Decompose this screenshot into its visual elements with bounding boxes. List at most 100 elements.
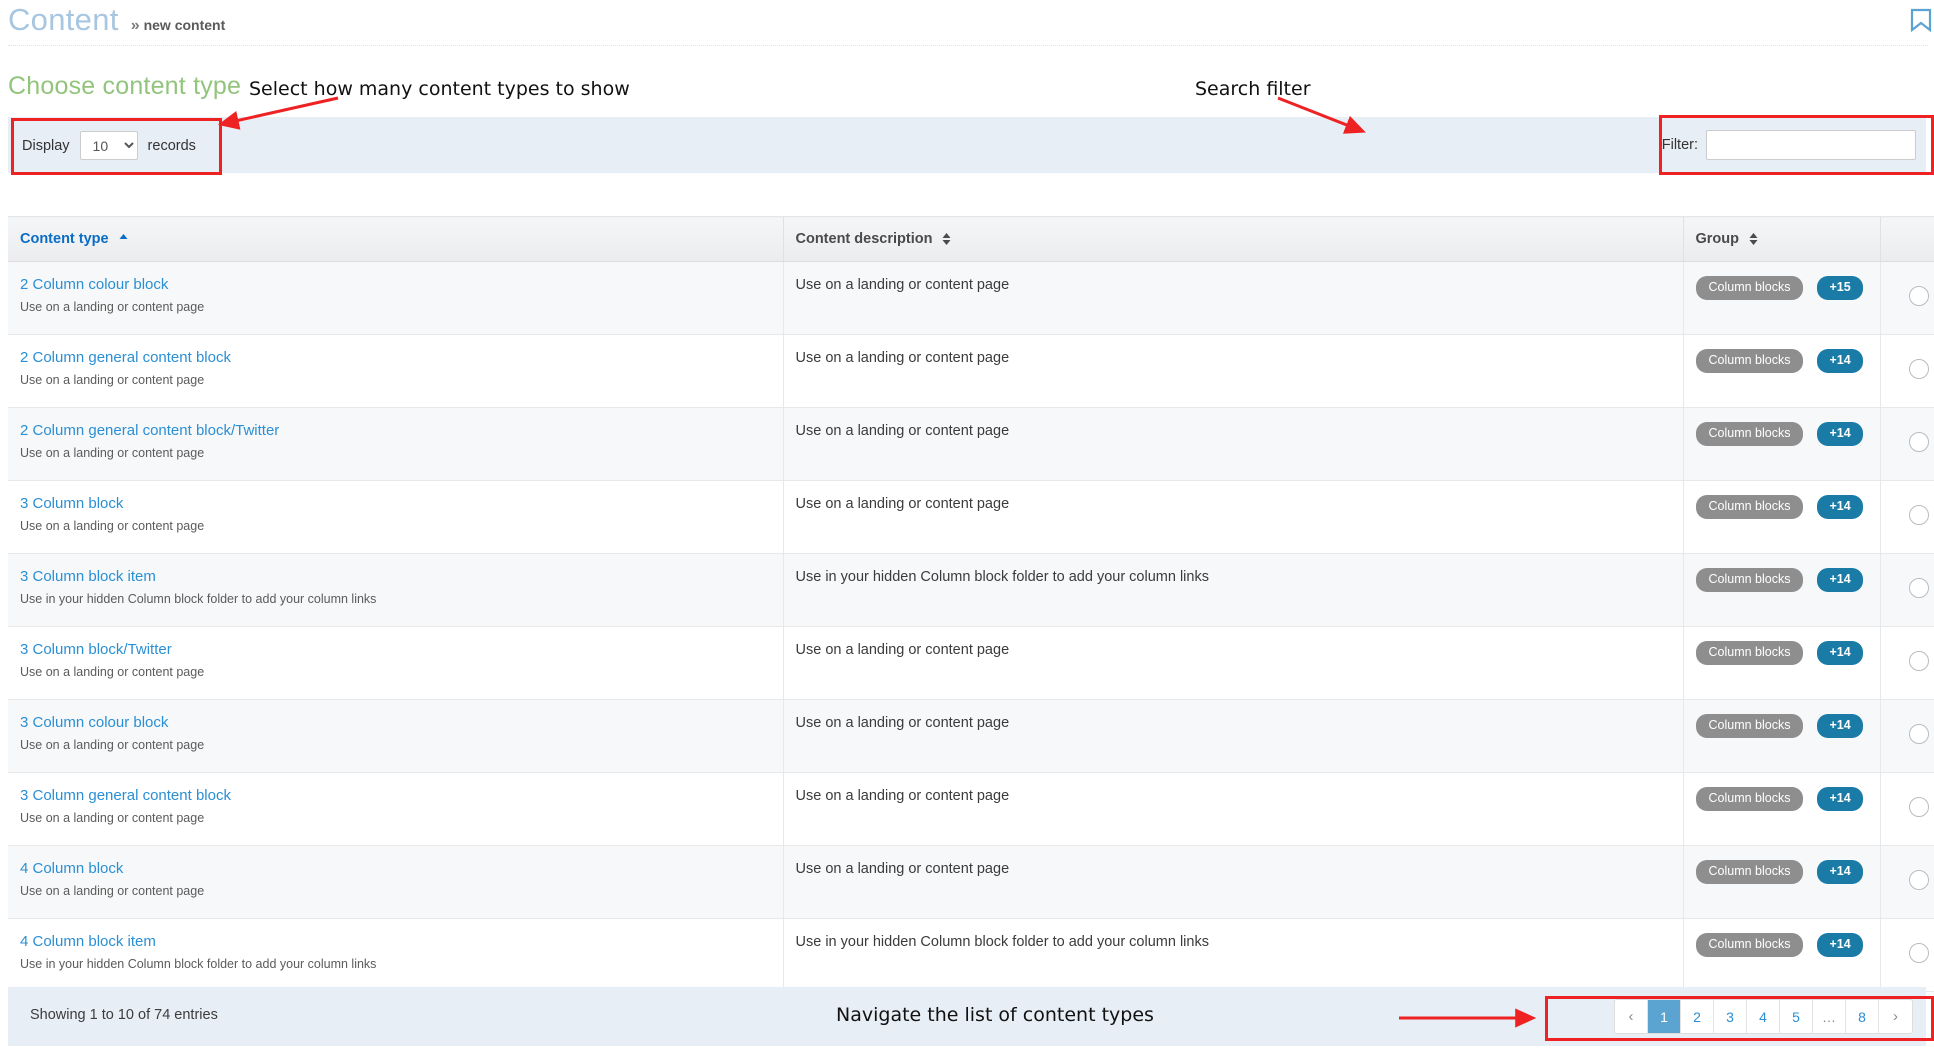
group-count-badge[interactable]: +14 xyxy=(1817,933,1862,957)
group-badge: Column blocks xyxy=(1696,568,1804,592)
cell-content-type: 2 Column general content block/Twitter U… xyxy=(8,408,783,481)
table-row[interactable]: 4 Column block Use on a landing or conte… xyxy=(8,846,1934,919)
sort-both-icon xyxy=(942,232,951,246)
group-count-badge[interactable]: +14 xyxy=(1817,495,1862,519)
content-type-link[interactable]: 4 Column block xyxy=(20,860,771,877)
filter-input[interactable] xyxy=(1706,130,1916,160)
pagination-page-1[interactable]: 1 xyxy=(1648,1000,1681,1033)
cell-content-description: Use on a landing or content page xyxy=(783,627,1683,700)
cell-group: Column blocks +14 xyxy=(1683,700,1880,773)
content-description-text: Use in your hidden Column block folder t… xyxy=(796,568,1671,585)
row-radio-button[interactable] xyxy=(1909,359,1929,379)
annotation-pagination-label: Navigate the list of content types xyxy=(836,1004,1154,1026)
content-type-subtext: Use in your hidden Column block folder t… xyxy=(20,592,771,606)
content-description-text: Use on a landing or content page xyxy=(796,349,1671,366)
display-label: Display xyxy=(22,138,70,154)
cell-content-type: 2 Column colour block Use on a landing o… xyxy=(8,262,783,335)
group-count-badge[interactable]: +14 xyxy=(1817,714,1862,738)
table-row[interactable]: 2 Column general content block/Twitter U… xyxy=(8,408,1934,481)
row-radio-button[interactable] xyxy=(1909,432,1929,452)
pagination-page-4[interactable]: 4 xyxy=(1747,1000,1780,1033)
cell-content-type: 3 Column block item Use in your hidden C… xyxy=(8,554,783,627)
table-row[interactable]: 2 Column general content block Use on a … xyxy=(8,335,1934,408)
row-radio-button[interactable] xyxy=(1909,651,1929,671)
cell-content-description: Use in your hidden Column block folder t… xyxy=(783,554,1683,627)
group-count-badge[interactable]: +14 xyxy=(1817,422,1862,446)
cell-group: Column blocks +14 xyxy=(1683,919,1880,992)
row-radio-button[interactable] xyxy=(1909,943,1929,963)
row-radio-button[interactable] xyxy=(1909,870,1929,890)
column-header-content-type[interactable]: Content type xyxy=(8,217,783,262)
group-count-badge[interactable]: +14 xyxy=(1817,349,1862,373)
content-type-link[interactable]: 3 Column block/Twitter xyxy=(20,641,771,658)
cell-group: Column blocks +14 xyxy=(1683,773,1880,846)
row-radio-button[interactable] xyxy=(1909,505,1929,525)
table-row[interactable]: 3 Column general content block Use on a … xyxy=(8,773,1934,846)
content-type-subtext: Use on a landing or content page xyxy=(20,738,771,752)
cell-select xyxy=(1880,554,1934,627)
table-row[interactable]: 2 Column colour block Use on a landing o… xyxy=(8,262,1934,335)
content-description-text: Use on a landing or content page xyxy=(796,641,1671,658)
filter-control: Filter: xyxy=(1662,130,1916,160)
group-badge: Column blocks xyxy=(1696,860,1804,884)
table-row[interactable]: 4 Column block item Use in your hidden C… xyxy=(8,919,1934,992)
column-header-group[interactable]: Group xyxy=(1683,217,1880,262)
content-type-subtext: Use on a landing or content page xyxy=(20,811,771,825)
content-description-text: Use on a landing or content page xyxy=(796,495,1671,512)
content-type-subtext: Use on a landing or content page xyxy=(20,519,771,533)
records-per-page-select[interactable]: 10 25 50 100 xyxy=(80,131,138,160)
page-header: Content » new content xyxy=(0,0,1934,48)
table-controls-bar: Display 10 25 50 100 records Filter: xyxy=(8,117,1926,173)
pagination-page-5[interactable]: 5 xyxy=(1780,1000,1813,1033)
pagination-previous[interactable]: ‹ xyxy=(1615,1000,1648,1033)
table-row[interactable]: 3 Column block/Twitter Use on a landing … xyxy=(8,627,1934,700)
column-header-group-label: Group xyxy=(1696,231,1740,247)
content-type-link[interactable]: 2 Column general content block xyxy=(20,349,771,366)
sort-both-icon xyxy=(1749,232,1758,246)
content-description-text: Use on a landing or content page xyxy=(796,276,1671,293)
content-type-link[interactable]: 2 Column general content block/Twitter xyxy=(20,422,771,439)
content-type-link[interactable]: 3 Column general content block xyxy=(20,787,771,804)
group-count-badge[interactable]: +14 xyxy=(1817,568,1862,592)
pagination-ellipsis: … xyxy=(1813,1000,1846,1033)
pagination-page-3[interactable]: 3 xyxy=(1714,1000,1747,1033)
content-types-table: Content type Content description Group xyxy=(8,216,1934,992)
bookmark-icon[interactable] xyxy=(1908,8,1934,34)
group-count-badge[interactable]: +14 xyxy=(1817,787,1862,811)
content-type-link[interactable]: 3 Column block item xyxy=(20,568,771,585)
pagination-next[interactable]: › xyxy=(1879,1000,1912,1033)
cell-content-description: Use on a landing or content page xyxy=(783,262,1683,335)
content-description-text: Use on a landing or content page xyxy=(796,714,1671,731)
row-radio-button[interactable] xyxy=(1909,724,1929,744)
cell-content-type: 3 Column colour block Use on a landing o… xyxy=(8,700,783,773)
table-row[interactable]: 3 Column block Use on a landing or conte… xyxy=(8,481,1934,554)
content-type-subtext: Use in your hidden Column block folder t… xyxy=(20,957,771,971)
row-radio-button[interactable] xyxy=(1909,797,1929,817)
column-header-content-description[interactable]: Content description xyxy=(783,217,1683,262)
cell-select xyxy=(1880,919,1934,992)
group-count-badge[interactable]: +14 xyxy=(1817,860,1862,884)
annotation-filter-label: Search filter xyxy=(1195,78,1311,100)
table-row[interactable]: 3 Column colour block Use on a landing o… xyxy=(8,700,1934,773)
content-type-link[interactable]: 3 Column colour block xyxy=(20,714,771,731)
content-type-link[interactable]: 4 Column block item xyxy=(20,933,771,950)
cell-select xyxy=(1880,773,1934,846)
group-count-badge[interactable]: +15 xyxy=(1817,276,1862,300)
table-row[interactable]: 3 Column block item Use in your hidden C… xyxy=(8,554,1934,627)
column-header-content-description-label: Content description xyxy=(796,231,933,247)
content-type-link[interactable]: 2 Column colour block xyxy=(20,276,771,293)
row-radio-button[interactable] xyxy=(1909,286,1929,306)
display-length-control: Display 10 25 50 100 records xyxy=(22,131,196,160)
pagination-page-2[interactable]: 2 xyxy=(1681,1000,1714,1033)
group-badge: Column blocks xyxy=(1696,714,1804,738)
pagination-page-8[interactable]: 8 xyxy=(1846,1000,1879,1033)
cell-select xyxy=(1880,700,1934,773)
content-description-text: Use on a landing or content page xyxy=(796,860,1671,877)
row-radio-button[interactable] xyxy=(1909,578,1929,598)
cell-group: Column blocks +15 xyxy=(1683,262,1880,335)
group-badge: Column blocks xyxy=(1696,276,1804,300)
content-type-link[interactable]: 3 Column block xyxy=(20,495,771,512)
column-header-content-type-label: Content type xyxy=(20,231,109,247)
cell-content-description: Use in your hidden Column block folder t… xyxy=(783,919,1683,992)
group-count-badge[interactable]: +14 xyxy=(1817,641,1862,665)
